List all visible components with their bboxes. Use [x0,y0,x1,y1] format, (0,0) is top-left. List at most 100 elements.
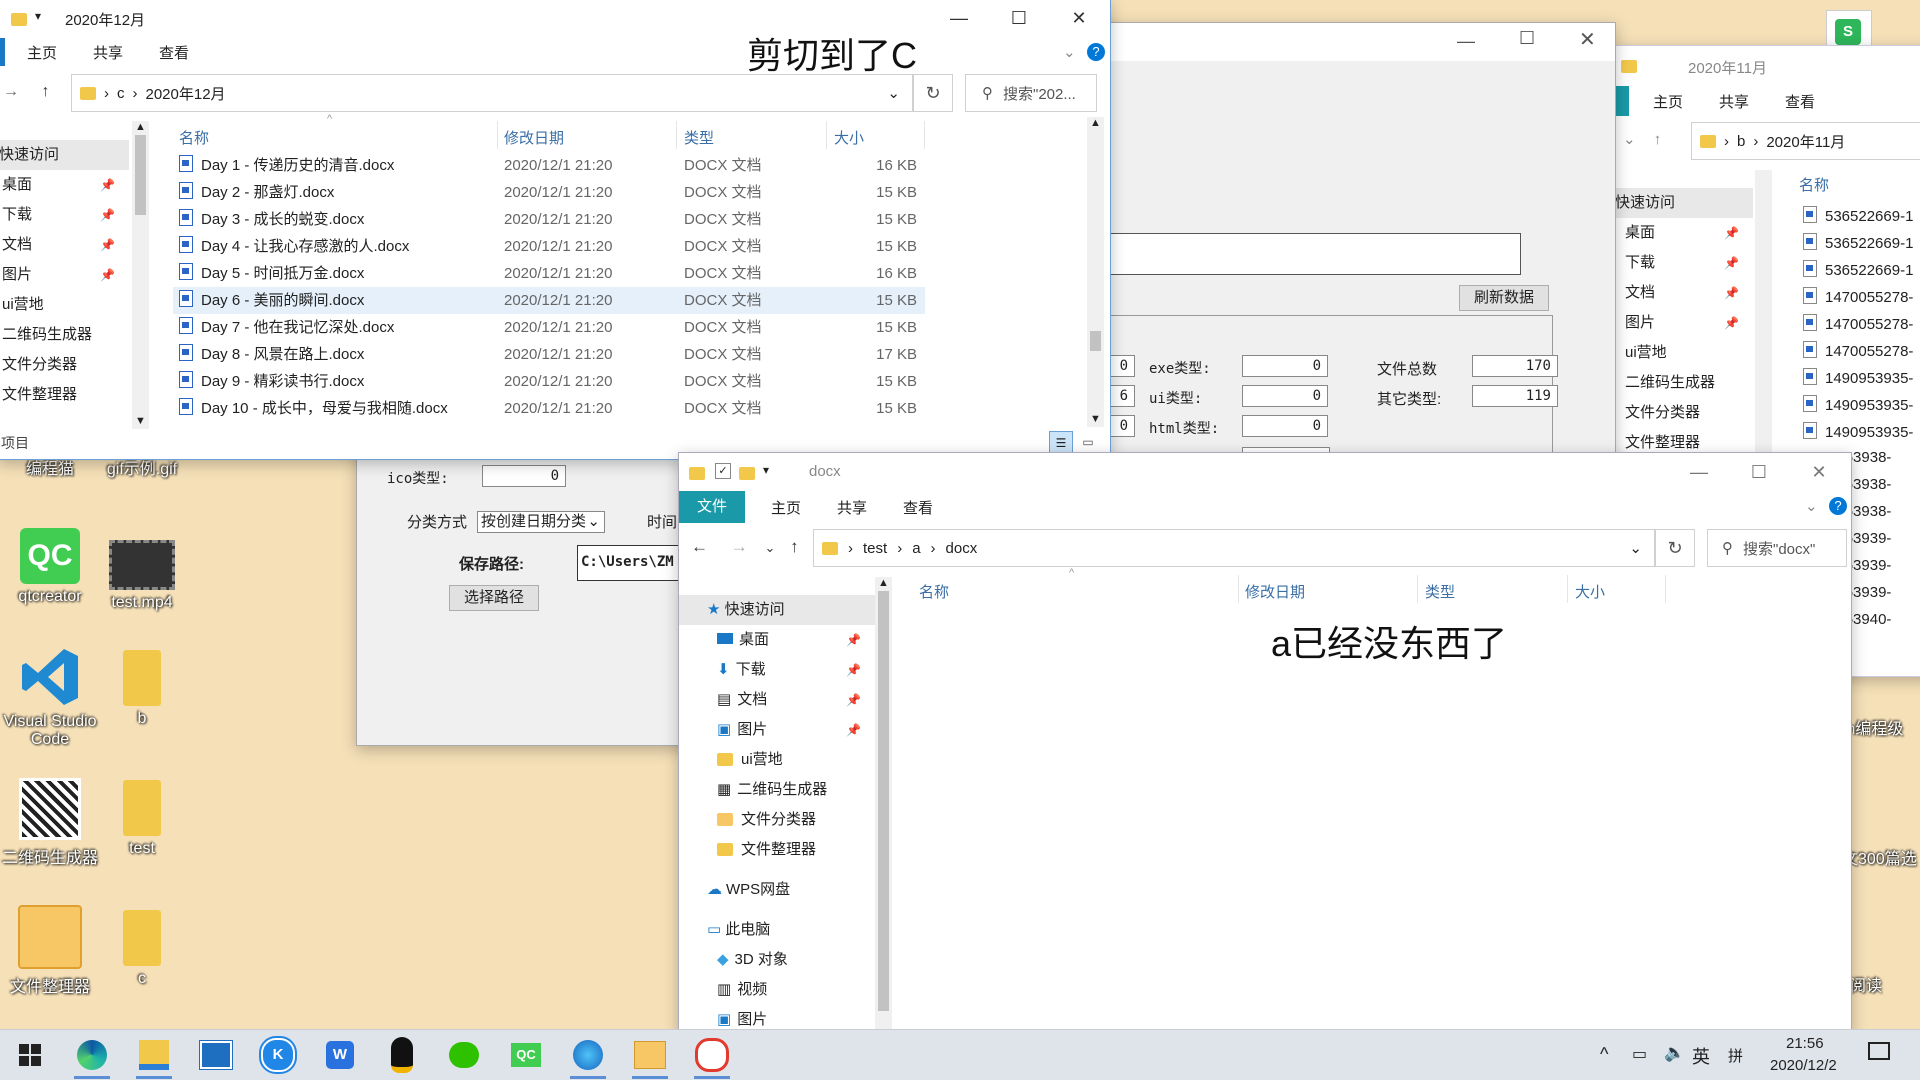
table-row-selected[interactable]: Day 6 - 美丽的瞬间.docx 2020/12/1 21:20 DOCX … [173,287,925,314]
pin-icon[interactable]: 📌 [1724,278,1739,308]
qat-dropdown-icon[interactable]: ▾ [763,463,769,477]
nav-documents[interactable]: ▤ 文档 📌 [679,685,875,715]
desktop-icon-organizer[interactable]: 文件整理器 [0,905,100,997]
pin-icon[interactable]: 📌 [100,170,115,200]
list-item[interactable]: 1490953935- [1803,395,1920,422]
desktop-icon-testmp4[interactable]: test.mp4 [92,540,192,612]
taskbar-qq[interactable] [380,1035,424,1075]
recent-dropdown-icon[interactable]: ⌄ [1623,131,1636,148]
nav-organizer[interactable]: 文件整理器 [0,380,129,410]
address-bar[interactable]: › b › 2020年11月 [1691,122,1920,160]
address-bar[interactable]: › test › a › docx ⌄ [813,529,1655,567]
desktop-icon-test-folder[interactable]: test [92,780,192,858]
table-row[interactable]: Day 8 - 风景在路上.docx 2020/12/1 21:20 DOCX … [173,341,925,368]
address-dropdown-icon[interactable]: ⌄ [887,84,900,102]
start-button[interactable] [8,1035,52,1075]
list-item[interactable]: 1470055278- [1803,314,1920,341]
nav-quick-access[interactable]: 快速访问 [0,140,129,170]
nav-quick-access[interactable]: 快速访问 [1613,188,1753,218]
nav-classifier[interactable]: 文件分类器 [0,350,129,380]
nav-qrcode[interactable]: ▦ 二维码生成器 [679,775,875,805]
back-arrow-icon[interactable]: → [3,83,19,100]
scroll-thumb[interactable] [878,591,889,1011]
close-icon[interactable]: ✕ [1049,0,1109,37]
tab-file[interactable]: 文件 [679,491,746,523]
table-row[interactable]: Day 9 - 精彩读书行.docx 2020/12/1 21:20 DOCX … [173,368,925,395]
ribbon-file-tab[interactable] [0,38,5,66]
column-divider[interactable] [497,121,498,149]
close-icon[interactable]: ✕ [1789,453,1849,491]
nav-classifier[interactable]: 文件分类器 [1613,398,1753,428]
tab-view[interactable]: 查看 [885,497,951,518]
scroll-thumb[interactable] [1090,331,1101,351]
tab-view[interactable]: 查看 [141,42,207,63]
tab-share[interactable]: 共享 [1719,91,1749,112]
search-box[interactable]: ⚲ 搜索"docx" [1707,529,1847,567]
nav-downloads[interactable]: 下载 📌 [0,200,129,230]
column-header-size[interactable]: 大小 [1575,581,1605,602]
search-box[interactable]: ⚲ 搜索"202... [965,74,1097,112]
nav-scrollbar[interactable]: ▲ ▼ [132,121,149,429]
nav-downloads[interactable]: 下载 📌 [1613,248,1753,278]
breadcrumb-docx[interactable]: docx [946,540,978,557]
nav-desktop[interactable]: 桌面 📌 [0,170,129,200]
column-divider[interactable] [826,121,827,149]
nav-qrcode[interactable]: 二维码生成器 [0,320,129,350]
pin-icon[interactable]: 📌 [1724,218,1739,248]
taskbar-wps-writer[interactable]: W [318,1035,362,1075]
desktop-icon-right-1[interactable]: m编程级 [1842,715,1920,739]
refresh-data-button[interactable]: 刷新数据 [1459,285,1549,311]
ribbon-expand-icon[interactable]: ⌄ [1063,43,1076,61]
list-item[interactable]: 536522669-1 [1803,233,1920,260]
maximize-icon[interactable]: ☐ [1729,453,1789,491]
column-divider[interactable] [1567,575,1568,603]
scroll-up-icon[interactable]: ▲ [1087,117,1104,129]
column-header-type[interactable]: 类型 [684,127,714,148]
nav-documents[interactable]: 文档 📌 [0,230,129,260]
scroll-up-icon[interactable]: ▲ [875,577,892,589]
tab-share[interactable]: 共享 [75,42,141,63]
table-row[interactable]: Day 4 - 让我心存感激的人.docx 2020/12/1 21:20 DO… [173,233,925,260]
breadcrumb-month[interactable]: 2020年12月 [146,83,226,104]
pin-icon[interactable]: 📌 [846,625,861,655]
list-item[interactable]: 1470055278- [1803,287,1920,314]
top-text-field[interactable] [1097,233,1521,275]
breadcrumb-a[interactable]: a [912,540,920,557]
column-divider[interactable] [1417,575,1418,603]
address-bar[interactable]: › c › 2020年12月 ⌄ [71,74,913,112]
nav-classifier[interactable]: 文件分类器 [679,805,875,835]
pin-icon[interactable]: 📌 [846,715,861,745]
taskbar-python-app[interactable] [566,1035,610,1079]
volume-icon[interactable]: 🔈 [1664,1043,1685,1063]
ime-language-indicator[interactable]: 英 [1692,1043,1710,1069]
tab-home[interactable]: 主页 [753,497,819,518]
back-arrow-icon[interactable]: ← [691,537,708,556]
nav-pictures[interactable]: ▣ 图片 📌 [679,715,875,745]
nav-this-pc[interactable]: ▭ 此电脑 [679,915,875,945]
pin-icon[interactable]: 📌 [100,260,115,290]
up-arrow-icon[interactable]: ↑ [41,83,49,100]
desktop-icon-qrcode[interactable]: 二维码生成器 [0,778,100,868]
table-row[interactable]: Day 7 - 他在我记忆深处.docx 2020/12/1 21:20 DOC… [173,314,925,341]
nav-pictures[interactable]: 图片 📌 [1613,308,1753,338]
qat-dropdown-icon[interactable]: ▾ [35,9,41,23]
desktop-icon-vscode[interactable]: Visual Studio Code [0,645,100,749]
desktop-icon-right-3[interactable]: 阅读 [1850,972,1920,996]
tab-home[interactable]: 主页 [1653,91,1683,112]
sort-method-select[interactable]: 按创建日期分类 ⌄ [477,511,605,533]
nav-3d-objects[interactable]: ◆ 3D 对象 [679,945,875,975]
recent-dropdown-icon[interactable]: ⌄ [764,540,775,555]
taskbar-edge[interactable] [70,1035,114,1079]
scroll-up-icon[interactable]: ▲ [132,121,149,133]
breadcrumb-c[interactable]: c [117,85,125,102]
nav-scrollbar[interactable]: ▲ [875,577,892,1035]
large-icons-view-icon[interactable]: ▭ [1077,431,1099,453]
table-row[interactable]: Day 1 - 传递历史的清音.docx 2020/12/1 21:20 DOC… [173,152,925,179]
breadcrumb-month[interactable]: 2020年11月 [1766,131,1845,152]
list-item[interactable]: 1490953935- [1803,368,1920,395]
nav-organizer[interactable]: 文件整理器 [679,835,875,865]
breadcrumb-test[interactable]: test [863,540,887,557]
clock-date[interactable]: 2020/12/2 [1770,1057,1837,1074]
taskbar-paint-app[interactable] [690,1035,734,1079]
list-item[interactable]: 536522669-1 [1803,206,1920,233]
